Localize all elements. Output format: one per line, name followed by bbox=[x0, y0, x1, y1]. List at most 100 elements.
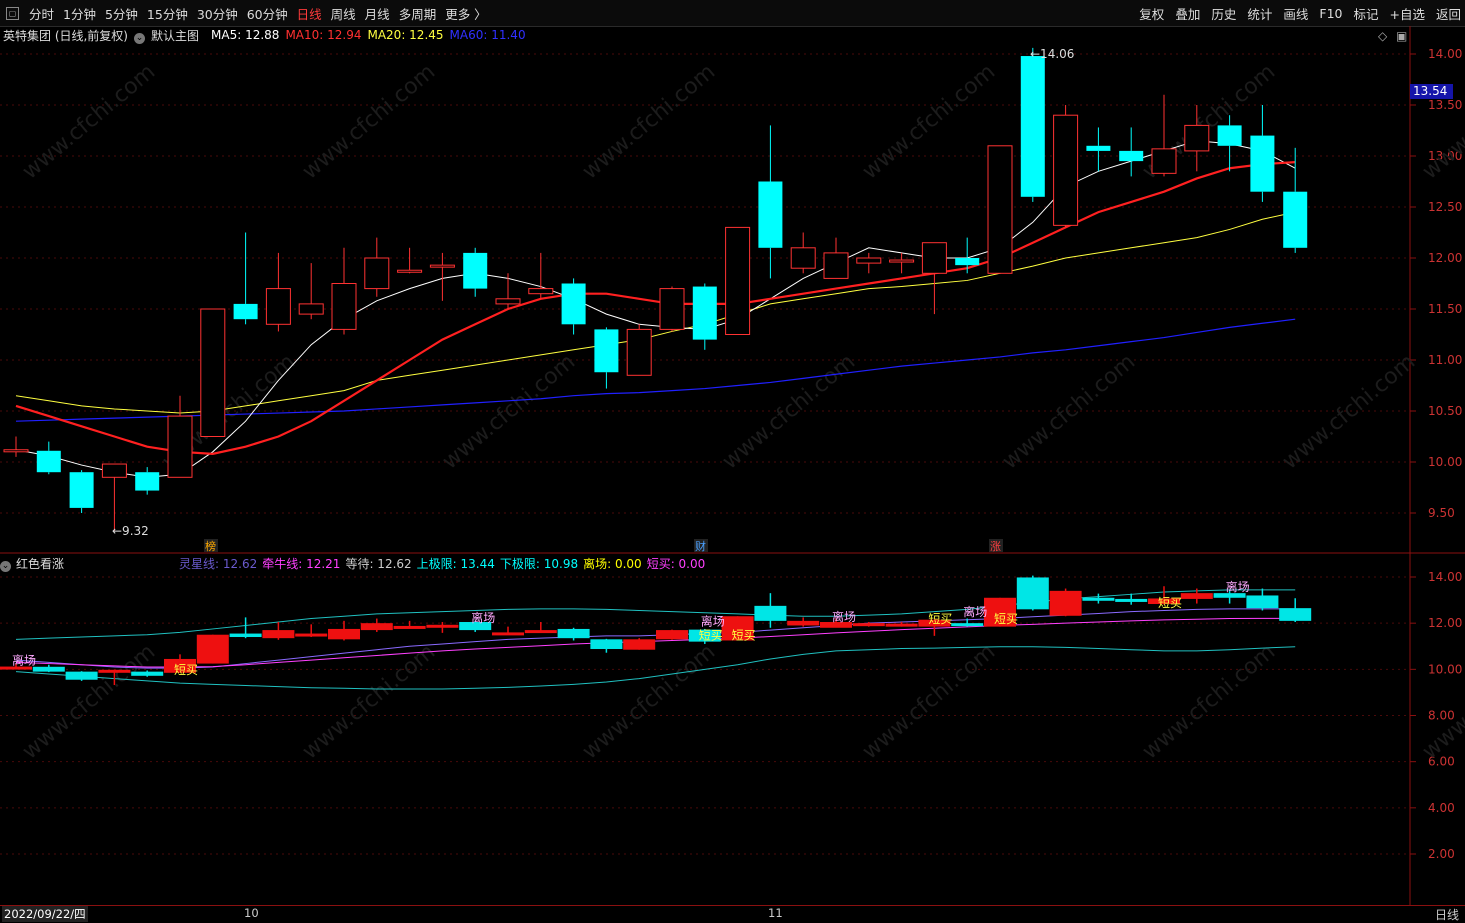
candle-body bbox=[331, 283, 357, 330]
indicator-bar bbox=[65, 671, 98, 680]
candle-body bbox=[1217, 125, 1242, 146]
indicator-bar bbox=[196, 634, 229, 664]
candle-body bbox=[1283, 191, 1308, 248]
candle-body bbox=[233, 303, 258, 320]
candle-body bbox=[1020, 56, 1045, 197]
indicator-bar bbox=[852, 623, 885, 627]
indicator-bar bbox=[557, 628, 590, 639]
month-tick-11: 11 bbox=[768, 906, 783, 920]
date-axis bbox=[0, 905, 1465, 922]
indicator-bar bbox=[295, 633, 328, 637]
duanmai-label: 短买 bbox=[1158, 596, 1182, 610]
watermark-text: www.cfchi.com bbox=[18, 639, 160, 764]
indicator-bar bbox=[32, 666, 65, 672]
indicator-bar bbox=[787, 620, 820, 626]
indicator-bar bbox=[1016, 577, 1049, 610]
indicator-bar bbox=[1279, 608, 1312, 621]
candle-body bbox=[626, 328, 652, 376]
indicator-bar bbox=[131, 671, 164, 676]
chart-canvas[interactable]: 14.0013.5013.0012.5012.0011.5011.0010.50… bbox=[0, 0, 1465, 921]
indicator-bar bbox=[1246, 595, 1279, 609]
indicator-bar bbox=[590, 639, 623, 650]
candle-body bbox=[298, 303, 324, 315]
event-marker-cai: 财 bbox=[695, 539, 706, 553]
watermark-text: www.cfchi.com bbox=[578, 639, 720, 764]
price-tick-label: 13.50 bbox=[1428, 98, 1462, 112]
candle-body bbox=[528, 288, 554, 295]
candle-body bbox=[397, 269, 423, 273]
indicator-bar bbox=[885, 623, 918, 627]
watermark-text: www.cfchi.com bbox=[1138, 639, 1280, 764]
month-tick-10: 10 bbox=[244, 906, 259, 920]
sub-tick-label: 2.00 bbox=[1428, 847, 1455, 861]
candle-body bbox=[36, 450, 61, 473]
indicator-bar bbox=[492, 632, 524, 636]
watermark-text: www.cfchi.com bbox=[438, 349, 580, 474]
candle-body bbox=[725, 226, 751, 335]
sub-tick-label: 4.00 bbox=[1428, 801, 1455, 815]
lichang-label: 离场 bbox=[963, 604, 987, 619]
watermark-text: www.cfchi.com bbox=[998, 349, 1140, 474]
event-marker-bang: 榜 bbox=[205, 539, 216, 553]
candle-body bbox=[1119, 150, 1144, 162]
watermark-text: www.cfchi.com bbox=[578, 59, 720, 184]
candle-body bbox=[692, 286, 717, 340]
indicator-bar bbox=[1082, 597, 1115, 601]
low-marker: ←9.32 bbox=[112, 524, 149, 538]
candle-body bbox=[3, 449, 29, 453]
duanmai-label: 短买 bbox=[699, 628, 723, 642]
sub-tick-label: 10.00 bbox=[1428, 662, 1462, 676]
sub-tick-label: 14.00 bbox=[1428, 570, 1462, 584]
candle-body bbox=[364, 257, 390, 290]
candle-body bbox=[495, 298, 521, 305]
candle-body bbox=[823, 252, 849, 279]
candle-body bbox=[463, 252, 488, 289]
candle-body bbox=[1250, 135, 1275, 192]
candle-body bbox=[69, 472, 94, 508]
price-tick-label: 14.00 bbox=[1428, 47, 1462, 61]
candle-body bbox=[790, 247, 816, 269]
indicator-bar bbox=[1115, 598, 1148, 602]
high-marker: ←14.06 bbox=[1030, 47, 1074, 61]
candle-body bbox=[561, 283, 586, 325]
watermark-text: www.cfchi.com bbox=[1418, 59, 1465, 184]
watermark-text: www.cfchi.com bbox=[718, 349, 860, 474]
indicator-bar bbox=[656, 630, 688, 640]
price-tick-label: 11.00 bbox=[1428, 353, 1462, 367]
watermark-text: www.cfchi.com bbox=[858, 639, 1000, 764]
candle-body bbox=[987, 145, 1013, 274]
price-tick-label: 10.00 bbox=[1428, 455, 1462, 469]
event-marker-zhang: 涨 bbox=[990, 540, 1001, 553]
indicator-bar bbox=[426, 624, 459, 628]
price-tick-label: 10.50 bbox=[1428, 404, 1462, 418]
candle-body bbox=[1086, 145, 1111, 151]
price-tick-label: 9.50 bbox=[1428, 506, 1455, 520]
indicator-bar bbox=[623, 639, 656, 650]
indicator-bar bbox=[360, 623, 393, 631]
candle-body bbox=[167, 415, 193, 478]
indicator-bar bbox=[1180, 593, 1213, 599]
candle-body bbox=[758, 181, 783, 248]
indicator-bar bbox=[328, 628, 360, 640]
candle-body bbox=[594, 329, 619, 373]
lichang-label: 离场 bbox=[1226, 579, 1250, 594]
diamond-icon: ◇ bbox=[1378, 29, 1388, 43]
candle-body bbox=[101, 463, 127, 478]
period-label[interactable]: 日线 bbox=[1435, 906, 1459, 923]
price-tick-label: 12.50 bbox=[1428, 200, 1462, 214]
candle-body bbox=[1151, 148, 1177, 174]
candle-body bbox=[1053, 114, 1079, 226]
indicator-bar bbox=[393, 625, 426, 629]
upper-limit-line bbox=[15, 589, 1296, 640]
candle-body bbox=[200, 308, 226, 437]
watermark-text: www.cfchi.com bbox=[298, 639, 440, 764]
duanmai-label: 短买 bbox=[994, 612, 1018, 626]
indicator-bar bbox=[262, 630, 295, 639]
candle-body bbox=[921, 242, 947, 274]
candle-body bbox=[265, 288, 291, 325]
indicator-bar bbox=[754, 605, 787, 621]
candle-body bbox=[856, 257, 882, 264]
candle-body bbox=[429, 264, 455, 268]
price-tick-label: 12.00 bbox=[1428, 251, 1462, 265]
price-tick-label: 11.50 bbox=[1428, 302, 1462, 316]
